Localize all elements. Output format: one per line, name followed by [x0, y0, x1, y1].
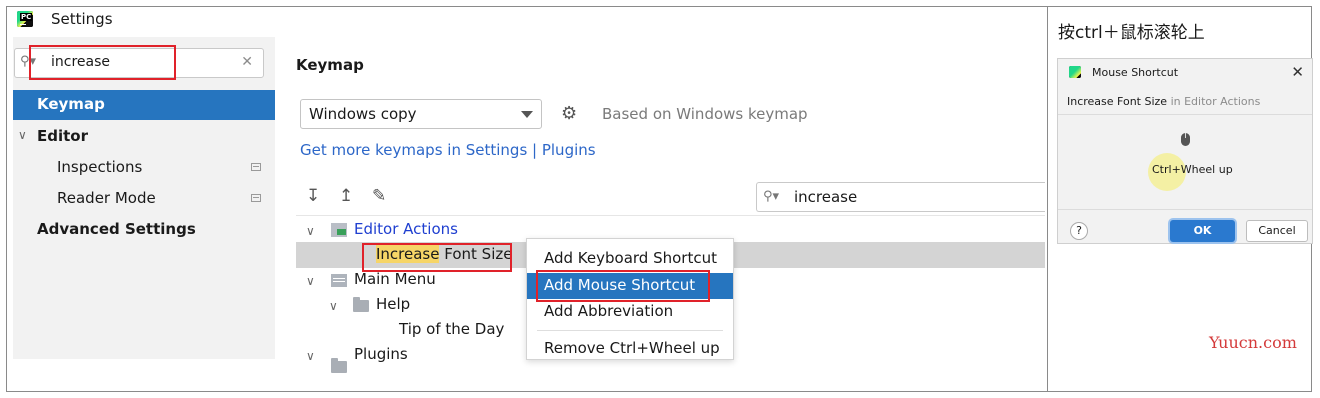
collapse-all-icon[interactable]: ↥	[339, 188, 353, 205]
menu-annotation-box	[536, 270, 710, 302]
tree-item-plugins[interactable]: Plugins	[354, 345, 408, 363]
ok-button[interactable]: OK	[1170, 220, 1235, 242]
search-annotation-box	[29, 45, 176, 80]
based-on-label: Based on Windows keymap	[602, 105, 808, 123]
editor-actions-icon	[331, 223, 347, 237]
mouse-shortcut-dialog: Mouse Shortcut ✕ Increase Font Size in E…	[1057, 58, 1313, 244]
gear-icon[interactable]: ⚙	[561, 105, 577, 123]
frame-divider	[1047, 6, 1048, 392]
filter-input-value[interactable]: increase	[794, 188, 857, 206]
action-annotation-box	[362, 243, 512, 272]
window-title: Settings	[51, 10, 113, 28]
keymap-scheme-select[interactable]: Windows copy	[300, 99, 542, 129]
folder-icon	[353, 297, 369, 312]
page-title: Keymap	[296, 56, 364, 74]
menu-item-remove-shortcut[interactable]: Remove Ctrl+Wheel up	[527, 336, 733, 362]
dialog-title-bar: Mouse Shortcut ✕	[1058, 59, 1312, 87]
tree-item-help[interactable]: Help	[376, 295, 410, 313]
chevron-down-icon[interactable]: ∨	[306, 349, 315, 363]
expand-all-icon[interactable]: ↧	[306, 188, 320, 205]
chevron-down-icon[interactable]: ∨	[306, 224, 315, 238]
chevron-down-icon[interactable]: ∨	[306, 274, 315, 288]
sidebar-item-keymap[interactable]: Keymap	[13, 90, 275, 120]
scheme-select-value: Windows copy	[309, 105, 417, 123]
keymap-filter-input[interactable]: ⚲▾ increase	[756, 182, 1045, 212]
menu-item-add-abbreviation[interactable]: Add Abbreviation	[527, 299, 733, 325]
pycharm-logo-icon	[1069, 66, 1081, 78]
tree-item-editor-actions[interactable]: Editor Actions	[354, 220, 458, 238]
divider	[296, 215, 1045, 216]
project-settings-icon	[251, 163, 261, 171]
menu-icon	[331, 274, 347, 287]
menu-separator	[537, 330, 723, 331]
help-button[interactable]: ?	[1070, 222, 1088, 240]
divider	[1058, 114, 1312, 115]
chevron-down-icon[interactable]: ∨	[18, 128, 27, 142]
divider	[1058, 209, 1312, 210]
tree-item-main-menu[interactable]: Main Menu	[354, 270, 436, 288]
title-bar: PC Settings	[13, 7, 1045, 33]
sidebar-item-reader-mode[interactable]: Reader Mode	[57, 189, 156, 207]
tip-caption: 按ctrl＋鼠标滚轮上	[1058, 23, 1205, 43]
sidebar-item-advanced-settings[interactable]: Advanced Settings	[37, 220, 196, 238]
clear-icon[interactable]: ✕	[241, 54, 253, 70]
chevron-down-icon[interactable]: ∨	[329, 299, 338, 313]
folder-icon	[331, 358, 347, 373]
tree-item-tip-of-the-day[interactable]: Tip of the Day	[399, 320, 504, 338]
shortcut-value: Ctrl+Wheel up	[1152, 163, 1233, 176]
project-settings-icon	[251, 194, 261, 202]
chevron-down-icon	[521, 111, 533, 118]
edit-pencil-icon[interactable]: ✎	[372, 188, 386, 205]
pycharm-logo-icon: PC	[17, 11, 33, 27]
get-more-keymaps-link[interactable]: Get more keymaps in Settings | Plugins	[300, 141, 596, 159]
sidebar-item-inspections[interactable]: Inspections	[57, 158, 142, 176]
sidebar-item-editor[interactable]: Editor	[37, 127, 88, 145]
menu-item-add-keyboard-shortcut[interactable]: Add Keyboard Shortcut	[527, 246, 733, 272]
search-icon: ⚲▾	[763, 189, 780, 204]
close-icon[interactable]: ✕	[1291, 63, 1304, 81]
dialog-subtitle: Increase Font Size in Editor Actions	[1067, 95, 1261, 108]
watermark: Yuucn.com	[1209, 333, 1297, 352]
dialog-title: Mouse Shortcut	[1092, 66, 1179, 79]
cancel-button[interactable]: Cancel	[1246, 220, 1308, 242]
mouse-icon	[1181, 133, 1190, 146]
